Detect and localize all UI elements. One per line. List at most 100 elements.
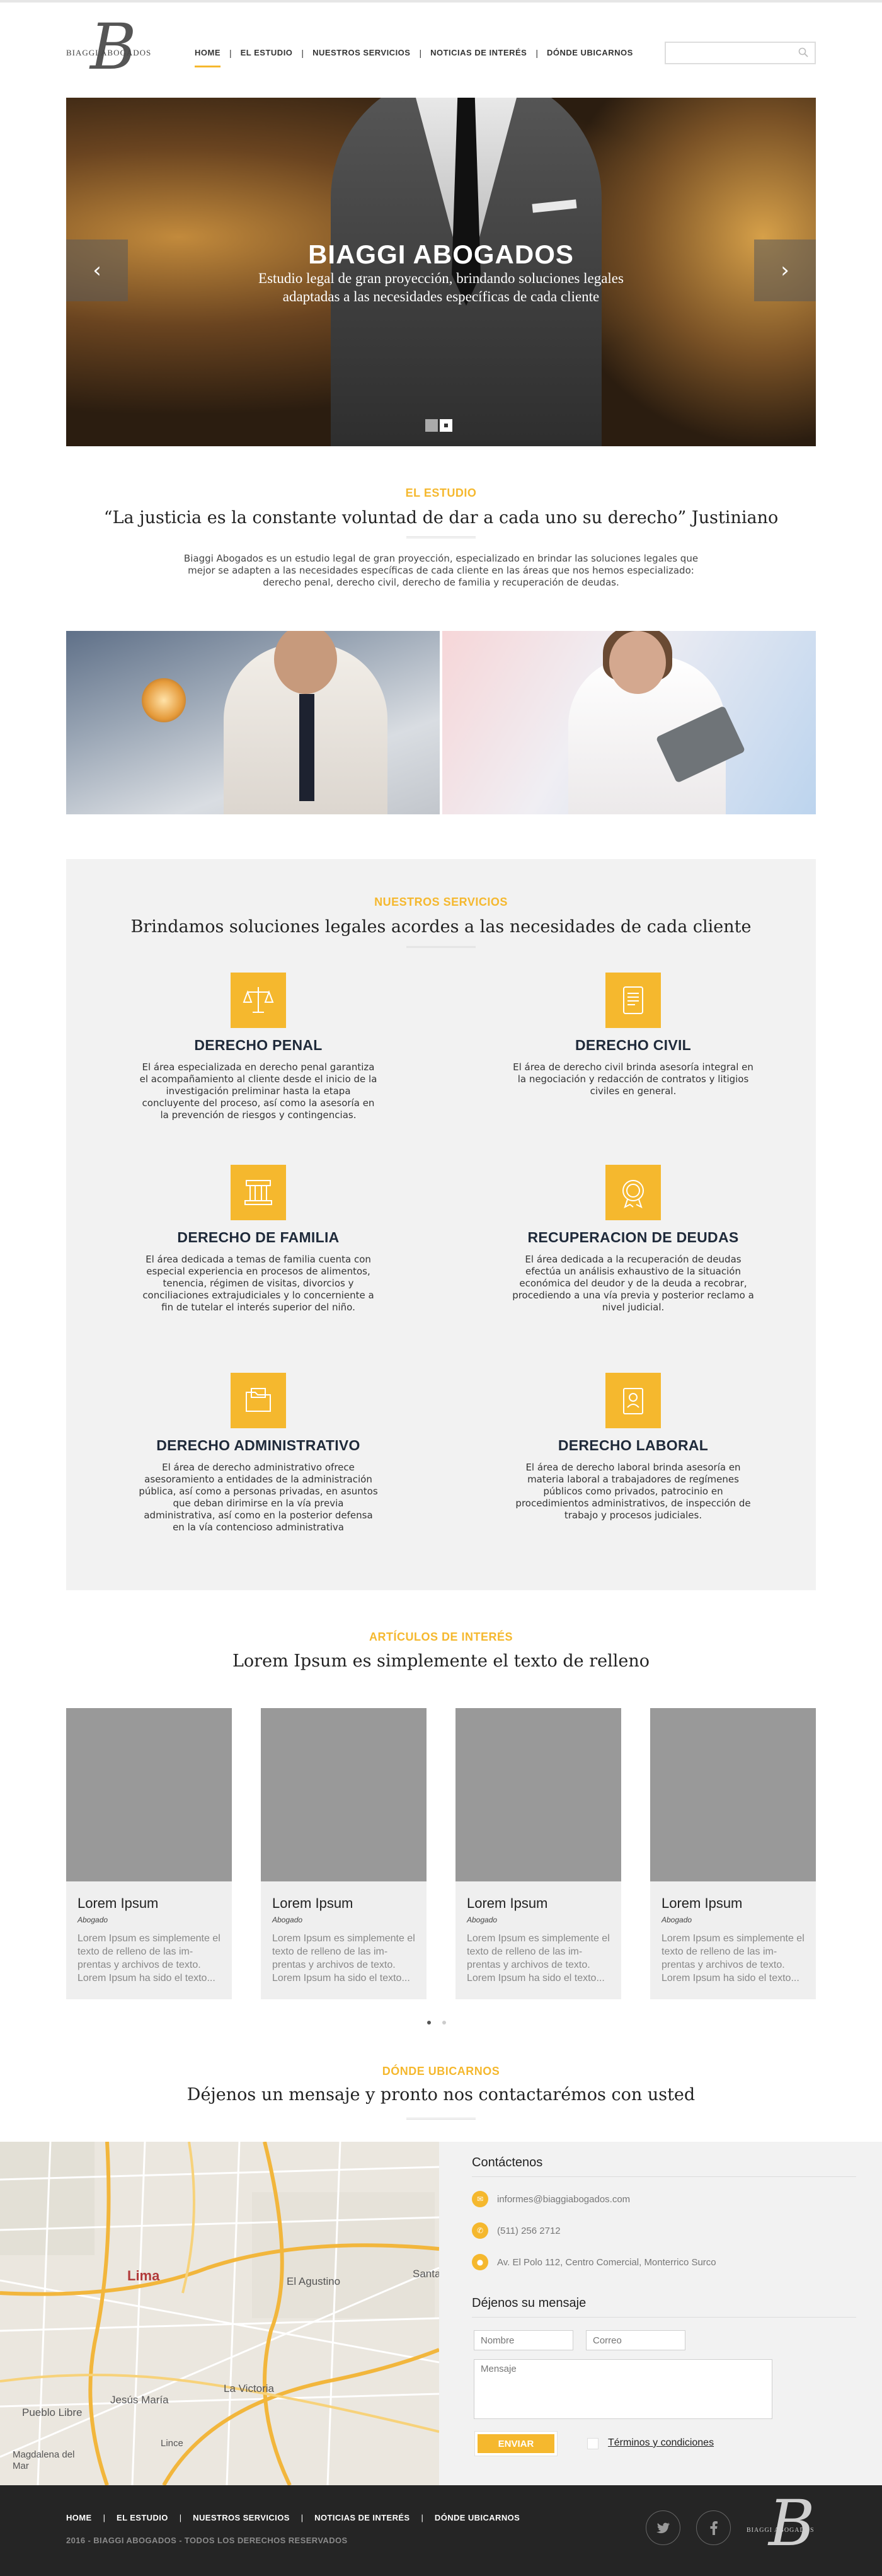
service-description: El área dedicada a la recuperación de de… xyxy=(512,1254,754,1313)
nav-item-home[interactable]: HOME xyxy=(186,44,229,67)
twitter-icon[interactable] xyxy=(646,2510,680,2545)
logo[interactable]: B BIAGGI ABOGADOS xyxy=(66,13,161,88)
columns-icon xyxy=(231,1165,286,1220)
name-field[interactable] xyxy=(474,2330,573,2350)
search-input[interactable] xyxy=(665,42,816,64)
articles-kicker: ARTÍCULOS DE INTERÉS xyxy=(369,1631,513,1643)
article-card[interactable]: Lorem Ipsum Abogado Lorem Ipsum es simpl… xyxy=(455,1708,621,1999)
article-thumbnail[interactable] xyxy=(455,1708,621,1881)
footer-nav-servicios[interactable]: NUESTROS SERVICIOS xyxy=(181,2513,301,2522)
service-card: RECUPERACION DE DEUDAS El área dedicada … xyxy=(498,1165,769,1314)
map[interactable]: Lima El Agustino Jesús María La Victoria… xyxy=(0,2142,439,2485)
phone-icon: ✆ xyxy=(472,2222,488,2239)
article-thumbnail[interactable] xyxy=(66,1708,232,1881)
slider-prev-button[interactable]: ‹ xyxy=(66,240,128,301)
photo-lawyer-woman xyxy=(442,631,816,814)
service-name: DERECHO PENAL xyxy=(194,1037,323,1053)
estudio-heading: “La justicia es la constante voluntad de… xyxy=(103,508,779,528)
services-kicker: NUESTROS SERVICIOS xyxy=(374,896,508,908)
search-icon[interactable] xyxy=(798,47,808,57)
top-border xyxy=(0,0,882,3)
intro-line: mejor se adapten a las necesidades espec… xyxy=(188,565,694,576)
hero-subtitle-line: Estudio legal de gran proyección, brinda… xyxy=(258,270,624,286)
footer-nav-noticias[interactable]: NOTICIAS DE INTERÉS xyxy=(303,2513,421,2522)
site-header: B BIAGGI ABOGADOS HOME | EL ESTUDIO | NU… xyxy=(66,13,816,88)
contact-email[interactable]: ✉ informes@biaggiabogados.com xyxy=(472,2191,630,2207)
contact-phone[interactable]: ✆ (511) 256 2712 xyxy=(472,2222,561,2239)
service-description: El área de derecho administrativo ofrece… xyxy=(139,1462,378,1533)
services-heading: Brindamos soluciones legales acordes a l… xyxy=(130,917,752,937)
map-label: El Agustino xyxy=(287,2275,341,2287)
logo-wordmark: BIAGGI ABOGADOS xyxy=(66,48,152,57)
footer-nav-ubicarnos[interactable]: DÓNDE UBICARNOS xyxy=(423,2513,531,2522)
article-title[interactable]: Lorem Ipsum xyxy=(662,1895,816,1912)
map-label: Jesús María xyxy=(110,2394,169,2406)
contact-address: ● Av. El Polo 112, Centro Comercial, Mon… xyxy=(472,2254,716,2270)
service-card: DERECHO ADMINISTRATIVO El área de derech… xyxy=(123,1373,394,1533)
footer-logo[interactable]: B BIAGGI ABOGADOS xyxy=(747,2489,822,2571)
article-title[interactable]: Lorem Ipsum xyxy=(467,1895,621,1912)
contact-address-text: Av. El Polo 112, Centro Comercial, Monte… xyxy=(497,2256,716,2268)
service-description: El área de derecho laboral brinda asesor… xyxy=(515,1462,751,1521)
footer-nav-el-estudio[interactable]: EL ESTUDIO xyxy=(105,2513,180,2522)
terms-link[interactable]: Términos y condiciones xyxy=(608,2437,714,2449)
main-nav: HOME | EL ESTUDIO | NUESTROS SERVICIOS |… xyxy=(186,44,642,67)
terms-checkbox[interactable] xyxy=(587,2438,598,2449)
estudio-intro: Biaggi Abogados es un estudio legal de g… xyxy=(139,553,743,589)
nav-item-servicios[interactable]: NUESTROS SERVICIOS xyxy=(304,44,419,61)
article-author: Abogado xyxy=(467,1915,498,1924)
logo-monogram: B xyxy=(90,10,137,84)
map-label: Lince xyxy=(161,2438,183,2449)
service-description: El área especializada en derecho penal g… xyxy=(139,1061,377,1121)
service-description: El área dedicada a temas de familia cuen… xyxy=(142,1254,374,1313)
divider xyxy=(472,2317,856,2318)
pager-dot[interactable] xyxy=(442,2021,446,2024)
article-title[interactable]: Lorem Ipsum xyxy=(77,1895,232,1912)
message-field[interactable] xyxy=(474,2359,772,2419)
slider-dot-active[interactable] xyxy=(440,419,452,432)
nav-item-noticias[interactable]: NOTICIAS DE INTERÉS xyxy=(421,44,536,61)
map-label: Magdalena del Mar xyxy=(13,2449,75,2471)
article-title[interactable]: Lorem Ipsum xyxy=(272,1895,427,1912)
map-label: La Victoria xyxy=(224,2383,275,2394)
contact-phone-text[interactable]: (511) 256 2712 xyxy=(497,2226,561,2236)
map-label: Santa xyxy=(413,2268,439,2280)
article-thumbnail[interactable] xyxy=(261,1708,427,1881)
logo-wordmark: BIAGGI ABOGADOS xyxy=(747,2527,815,2534)
service-name: DERECHO LABORAL xyxy=(558,1437,709,1453)
slider-next-button[interactable]: › xyxy=(754,240,816,301)
send-button[interactable]: ENVIAR xyxy=(474,2431,558,2456)
intro-line: Biaggi Abogados es un estudio legal de g… xyxy=(183,553,699,564)
article-card[interactable]: Lorem Ipsum Abogado Lorem Ipsum es simpl… xyxy=(261,1708,427,1999)
facebook-icon[interactable] xyxy=(696,2510,731,2545)
map-label: Lima xyxy=(127,2268,160,2284)
divider xyxy=(406,946,476,948)
nav-item-el-estudio[interactable]: EL ESTUDIO xyxy=(232,44,302,61)
service-card: DERECHO LABORAL El área de derecho labor… xyxy=(498,1373,769,1522)
woman-head-shape xyxy=(609,631,666,694)
form-title: Déjenos su mensaje xyxy=(472,2296,587,2310)
slider-dot[interactable] xyxy=(425,419,438,432)
intro-line: derecho penal, derecho civil, derecho de… xyxy=(263,577,619,588)
article-author: Abogado xyxy=(662,1915,692,1924)
divider xyxy=(472,2176,856,2177)
article-thumbnail[interactable] xyxy=(650,1708,816,1881)
estudio-kicker: EL ESTUDIO xyxy=(405,487,477,499)
nav-item-ubicarnos[interactable]: DÓNDE UBICARNOS xyxy=(538,44,642,61)
divider xyxy=(406,2118,476,2120)
seal-icon xyxy=(605,1165,661,1220)
scales-icon xyxy=(231,973,286,1028)
man-tie-shape xyxy=(299,694,314,801)
service-name: DERECHO DE FAMILIA xyxy=(177,1229,340,1245)
contact-email-text[interactable]: informes@biaggiabogados.com xyxy=(497,2194,630,2205)
hero-subtitle-line: adaptadas a las necesidades específicas … xyxy=(282,289,600,304)
footer-nav-home[interactable]: HOME xyxy=(66,2513,103,2522)
badge-icon xyxy=(605,1373,661,1428)
email-field[interactable] xyxy=(586,2330,685,2350)
article-card[interactable]: Lorem Ipsum Abogado Lorem Ipsum es simpl… xyxy=(66,1708,232,1999)
service-name: DERECHO ADMINISTRATIVO xyxy=(156,1437,360,1453)
hero-subtitle: Estudio legal de gran proyección, brinda… xyxy=(66,269,816,306)
article-card[interactable]: Lorem Ipsum Abogado Lorem Ipsum es simpl… xyxy=(650,1708,816,1999)
location-heading: Déjenos un mensaje y pronto nos contacta… xyxy=(186,2085,696,2105)
pager-dot-active[interactable] xyxy=(427,2021,431,2024)
